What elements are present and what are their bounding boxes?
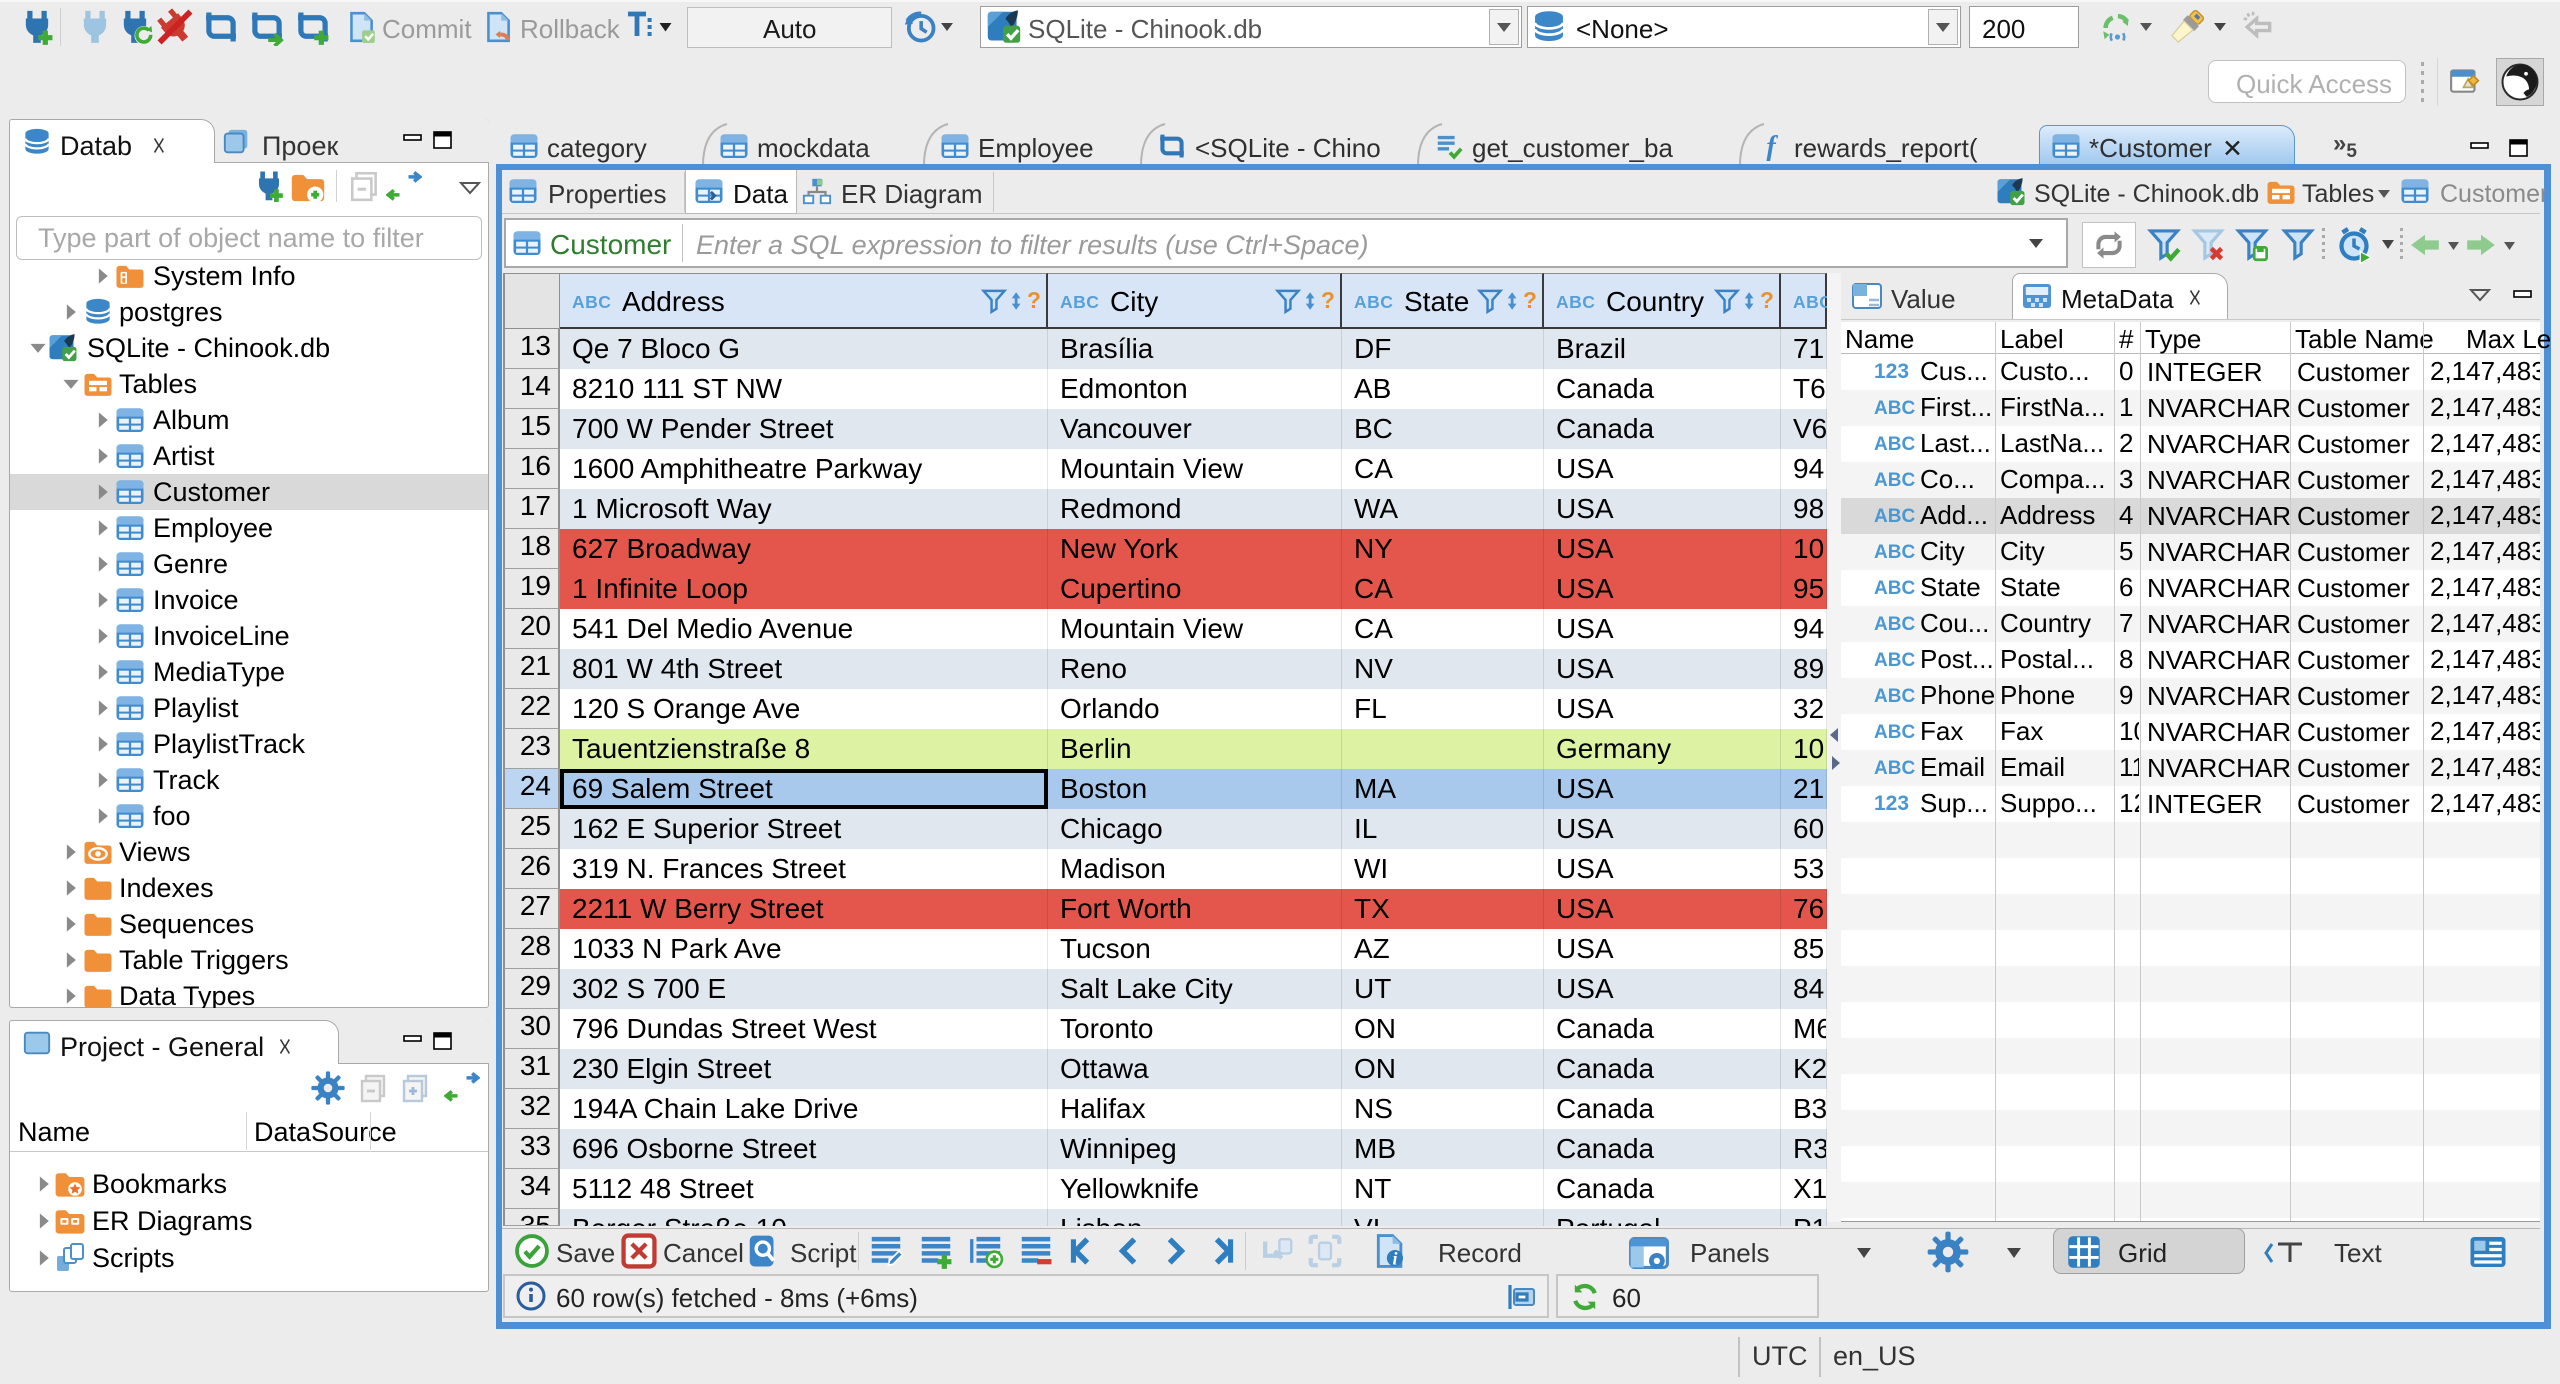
svg-text:ABC: ABC bbox=[1556, 292, 1595, 312]
svg-text:123: 123 bbox=[1874, 792, 1909, 815]
svg-text:ABC: ABC bbox=[1354, 292, 1393, 312]
svg-text:ABC: ABC bbox=[1874, 434, 1915, 455]
svg-text:ABC: ABC bbox=[1874, 398, 1915, 419]
svg-text:?: ? bbox=[1027, 287, 1041, 313]
svg-text:ABC: ABC bbox=[1874, 722, 1915, 743]
svg-text:i: i bbox=[1392, 1248, 1397, 1268]
svg-text:ABC: ABC bbox=[1874, 650, 1915, 671]
svg-text:123: 123 bbox=[1874, 360, 1909, 383]
svg-text:ABC: ABC bbox=[1874, 614, 1915, 635]
svg-text:ABC: ABC bbox=[1874, 578, 1915, 599]
svg-text:ABC: ABC bbox=[572, 292, 611, 312]
svg-text:ABC: ABC bbox=[1060, 292, 1099, 312]
svg-text:ABC: ABC bbox=[1874, 542, 1915, 563]
svg-text:ABC: ABC bbox=[1874, 686, 1915, 707]
svg-text:ABC: ABC bbox=[1874, 470, 1915, 491]
svg-text:?: ? bbox=[1321, 287, 1335, 313]
svg-text:?: ? bbox=[1523, 287, 1537, 313]
svg-text:ABC: ABC bbox=[1874, 506, 1915, 527]
svg-text:f: f bbox=[1766, 131, 1778, 161]
svg-text:ABC: ABC bbox=[1874, 758, 1915, 779]
svg-text:?: ? bbox=[1760, 287, 1774, 313]
